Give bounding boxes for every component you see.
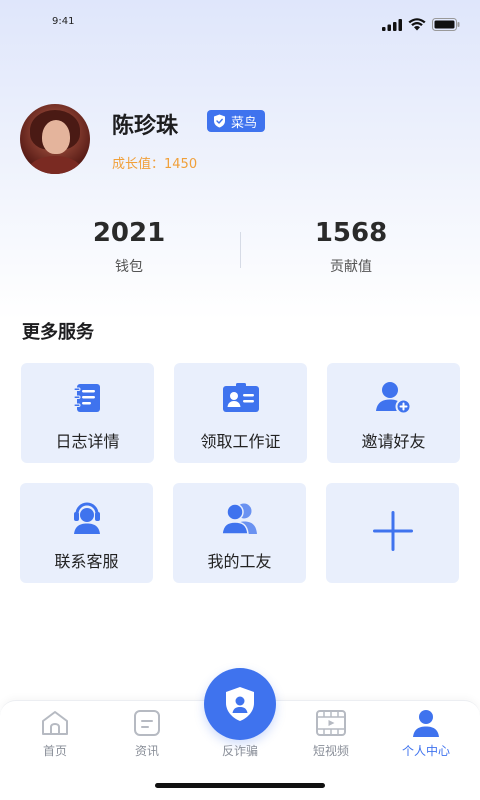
tab-home-label: 首页 — [42, 744, 67, 758]
contribution-stat[interactable]: 1568 贡献值 — [271, 218, 431, 276]
wallet-stat[interactable]: 2021 钱包 — [49, 218, 209, 276]
avatar[interactable] — [20, 104, 90, 174]
growth-value: 成长值：1450 — [112, 157, 198, 172]
tab-news[interactable]: 资讯 — [107, 708, 187, 759]
user-name: 陈珍珠 — [112, 114, 179, 139]
status-icons — [382, 18, 460, 31]
status-bar: 9:41 — [0, 0, 480, 46]
log-details-card[interactable]: 日志详情 — [21, 363, 154, 463]
invite-friends-label: 邀请好友 — [361, 432, 426, 451]
add-service-card[interactable] — [326, 483, 459, 583]
id-card-icon — [222, 383, 259, 412]
notebook-icon — [73, 384, 100, 412]
tab-profile[interactable]: 个人中心 — [386, 708, 466, 759]
work-id-card[interactable]: 领取工作证 — [174, 363, 307, 463]
tab-anti-fraud-label[interactable]: 反诈骗 — [200, 742, 280, 759]
badge-label: 菜鸟 — [231, 115, 258, 131]
battery-icon — [432, 18, 460, 31]
tab-home[interactable]: 首页 — [15, 708, 95, 759]
my-coworkers-label: 我的工友 — [207, 552, 272, 571]
contribution-value: 1568 — [314, 218, 388, 248]
news-icon — [134, 710, 160, 736]
users-icon — [221, 503, 257, 534]
home-indicator — [155, 783, 325, 788]
person-icon — [413, 710, 439, 737]
level-badge: 菜鸟 — [207, 110, 266, 132]
anti-fraud-button[interactable] — [204, 668, 276, 740]
log-details-label: 日志详情 — [55, 432, 120, 451]
status-time: 9:41 — [52, 16, 75, 27]
tab-profile-label: 个人中心 — [401, 744, 450, 758]
wallet-value: 2021 — [92, 218, 166, 248]
tab-news-label: 资讯 — [134, 744, 159, 758]
shield-user-icon — [226, 687, 254, 721]
my-coworkers-card[interactable]: 我的工友 — [173, 483, 306, 583]
customer-service-card[interactable]: 联系客服 — [20, 483, 153, 583]
plus-icon — [372, 511, 413, 551]
invite-friends-card[interactable]: 邀请好友 — [327, 363, 460, 463]
tab-short-video-label: 短视频 — [312, 744, 349, 758]
customer-service-label: 联系客服 — [54, 552, 119, 571]
stat-divider — [240, 232, 241, 268]
work-id-label: 领取工作证 — [200, 432, 281, 451]
home-icon — [42, 711, 68, 735]
services-title: 更多服务 — [22, 322, 94, 343]
tab-short-video[interactable]: 短视频 — [291, 708, 371, 759]
contribution-label: 贡献值 — [330, 259, 372, 275]
headset-icon — [73, 502, 100, 534]
wallet-label: 钱包 — [115, 259, 143, 275]
shield-icon — [214, 114, 225, 128]
add-user-icon — [375, 382, 411, 415]
cellular-signal-icon — [382, 18, 402, 31]
video-icon — [316, 710, 346, 736]
wifi-icon — [408, 18, 426, 31]
